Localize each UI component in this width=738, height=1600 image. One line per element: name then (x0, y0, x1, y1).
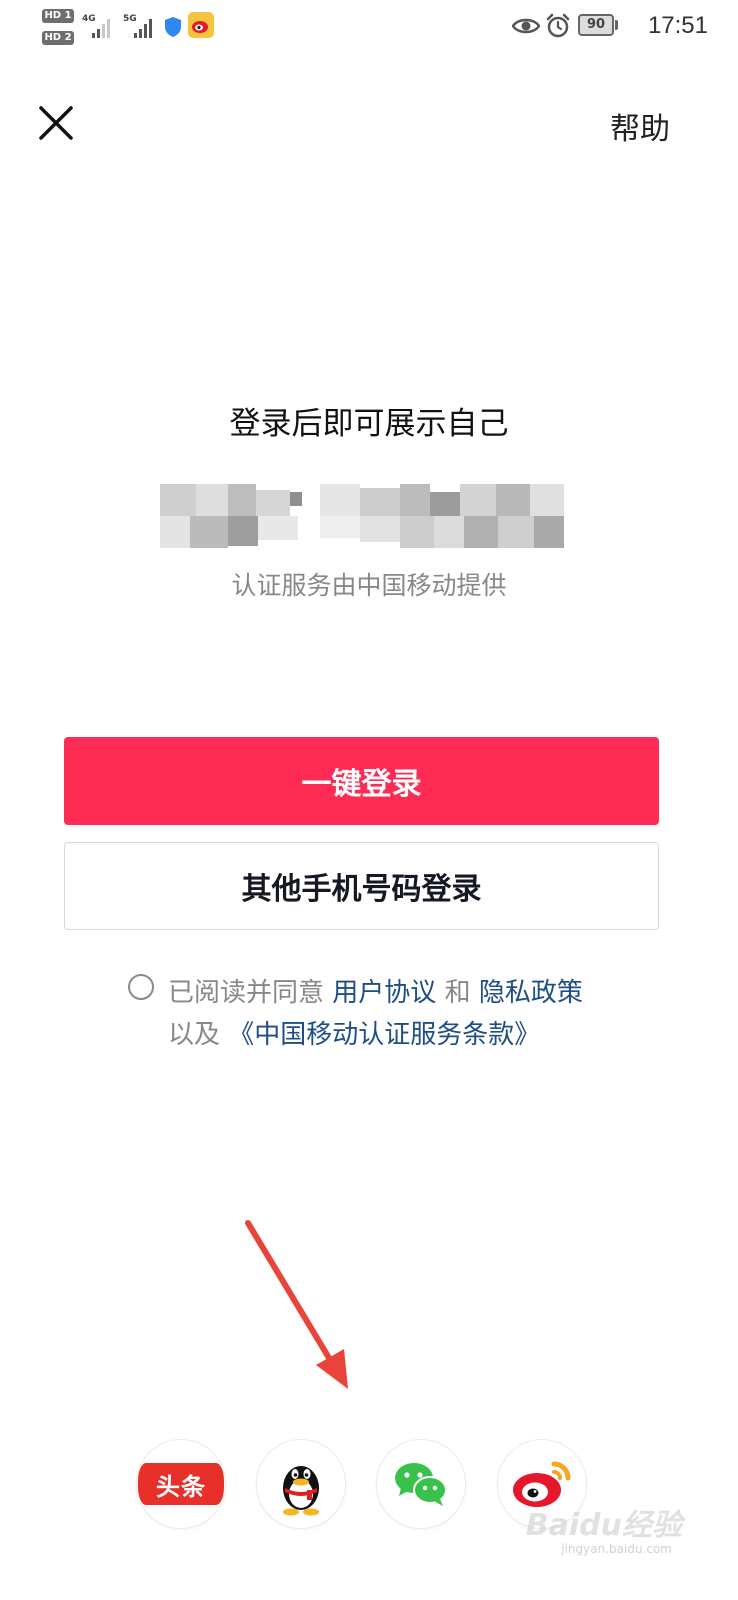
toutiao-icon: 头条 (138, 1463, 224, 1505)
agreement-line-2: 以及 《中国移动认证服务条款》 (168, 1014, 540, 1051)
auth-provider-text: 认证服务由中国移动提供 (231, 571, 507, 600)
help-button[interactable]: 帮助 (610, 104, 670, 148)
weibo-icon (188, 12, 214, 38)
eye-icon (512, 18, 540, 34)
qq-icon (283, 1466, 319, 1516)
toutiao-login-button[interactable]: 头条 (137, 1440, 225, 1528)
agreement-prefix: 已阅读并同意 (168, 978, 325, 1008)
battery-tip (615, 20, 618, 30)
shield-icon (165, 17, 181, 37)
agreement-also: 以及 (168, 1020, 221, 1050)
masked-phone-number (160, 484, 564, 548)
qq-login-button[interactable] (257, 1440, 345, 1528)
battery-icon: 90 (578, 14, 614, 36)
page-title: 登录后即可展示自己 (229, 406, 509, 442)
one-click-login-button[interactable]: 一键登录 (64, 737, 659, 825)
alarm-icon (546, 13, 570, 38)
agreement-line-1: 已阅读并同意 用户协议 和 隐私政策 (168, 972, 583, 1009)
cmcc-terms-link[interactable]: 《中国移动认证服务条款》 (228, 1020, 540, 1050)
close-icon[interactable] (38, 105, 74, 141)
annotation-arrow-icon (245, 1220, 348, 1389)
agreement-checkbox[interactable] (128, 974, 154, 1000)
signal-strength-icon-2 (134, 16, 152, 38)
agreement-and: 和 (444, 978, 471, 1008)
user-agreement-link[interactable]: 用户协议 (332, 978, 436, 1008)
hd2-badge: HD 2 (42, 31, 74, 45)
status-time: 17:51 (647, 12, 708, 39)
wechat-login-button[interactable] (377, 1440, 465, 1528)
wechat-icon (395, 1463, 447, 1506)
baidu-watermark-url: jingyan.baidu.com (561, 1542, 672, 1556)
signal-strength-icon (92, 16, 110, 38)
other-phone-login-button[interactable]: 其他手机号码登录 (64, 842, 659, 930)
hd1-badge: HD 1 (42, 9, 74, 23)
status-bar: HD 1 HD 2 4G 5G 90 17:51 (0, 0, 738, 56)
privacy-policy-link[interactable]: 隐私政策 (479, 978, 583, 1008)
baidu-watermark: Baidu经验 (525, 1508, 682, 1543)
